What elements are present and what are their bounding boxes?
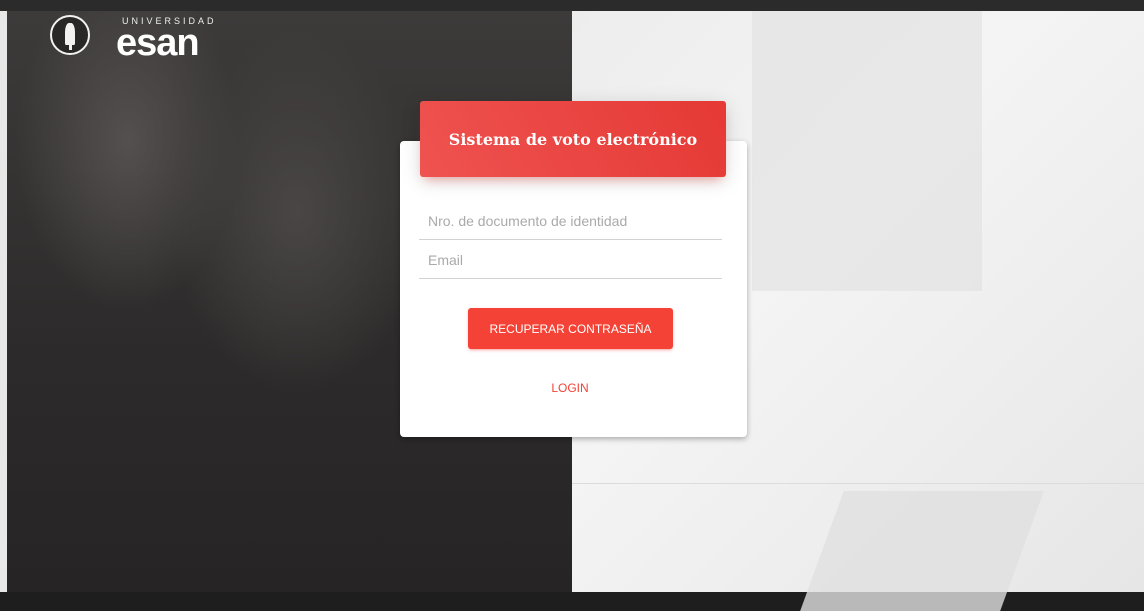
logo-esan-text: esan <box>116 22 200 64</box>
background-edge <box>0 11 7 592</box>
document-input[interactable] <box>419 203 722 239</box>
card-title: Sistema de voto electrónico <box>448 129 698 149</box>
recover-password-button[interactable]: RECUPERAR CONTRASEÑA <box>468 308 673 349</box>
tree-seal-icon <box>50 15 90 55</box>
email-input[interactable] <box>419 242 722 278</box>
email-field[interactable] <box>419 242 722 279</box>
card-header: Sistema de voto electrónico <box>420 101 726 177</box>
background-desk-edge <box>572 483 1144 484</box>
login-link[interactable]: LOGIN <box>540 381 600 395</box>
background-window-pane <box>752 11 982 291</box>
background-laptop <box>800 491 1044 611</box>
document-field[interactable] <box>419 203 722 240</box>
